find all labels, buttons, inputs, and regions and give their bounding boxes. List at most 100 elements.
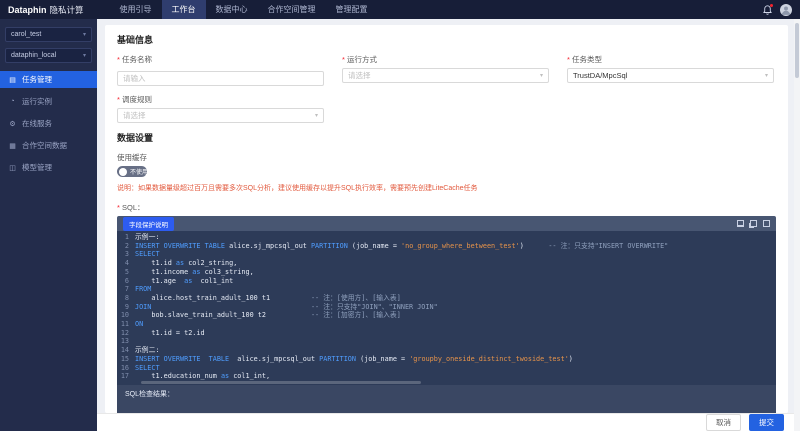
code-text: bob.slave_train_adult_100 t2 -- 注：[加密方]、… (135, 311, 401, 320)
cache-label: 使用缓存 (117, 152, 776, 163)
code-text: SELECT (135, 250, 160, 259)
schedule-placeholder: 请选择 (123, 110, 146, 121)
app-window: Dataphin 隐私计算 使用引导工作台数据中心合作空间管理管理配置 caro… (0, 0, 800, 431)
code-line[interactable]: 10 bob.slave_train_adult_100 t2 -- 注：[加密… (117, 311, 776, 320)
user-avatar[interactable] (780, 4, 792, 16)
nav-item-guide[interactable]: 使用引导 (110, 0, 162, 19)
copy-icon[interactable] (750, 220, 757, 227)
line-number: 16 (117, 364, 135, 373)
code-text: t1.education_num as col1_int, (135, 372, 270, 381)
top-nav-menu: 使用引导工作台数据中心合作空间管理管理配置 (110, 0, 378, 19)
line-number: 13 (117, 337, 135, 346)
code-text: 示例二: (135, 346, 159, 355)
run-instances-icon: ◔ (8, 98, 17, 105)
line-number: 5 (117, 268, 135, 277)
code-line[interactable]: 17 t1.education_num as col1_int, (117, 372, 776, 381)
code-line[interactable]: 16SELECT (117, 364, 776, 373)
code-line[interactable]: 8 alice.host_train_adult_100 t1 -- 注：[使用… (117, 294, 776, 303)
content-area: 基础信息 任务名称 运行方式 请选择 ▾ (97, 19, 800, 413)
line-number: 12 (117, 329, 135, 338)
nav-item-admin-config[interactable]: 管理配置 (326, 0, 378, 19)
sidebar-item-run-instances[interactable]: ◔ 运行实例 (0, 93, 97, 110)
sidebar-item-label: 模型管理 (22, 162, 52, 173)
task-form-card: 基础信息 任务名称 运行方式 请选择 ▾ (105, 25, 788, 413)
code-line[interactable]: 4 t1.id as col2_string, (117, 259, 776, 268)
section-basic-info-title: 基础信息 (117, 33, 776, 46)
code-line[interactable]: 15INSERT OVERWRITE TABLE alice.sj_mpcsql… (117, 355, 776, 364)
line-number: 6 (117, 277, 135, 286)
sql-check-result-panel: SQL检查结果： (117, 385, 776, 413)
code-line[interactable]: 12 t1.id = t2.id (117, 329, 776, 338)
schedule-label: 调度规则 (117, 94, 324, 105)
code-line[interactable]: 2INSERT OVERWRITE TABLE alice.sj_mpcsql_… (117, 242, 776, 251)
cancel-button[interactable]: 取消 (706, 414, 741, 431)
sidebar-item-task-management[interactable]: ▤任务管理 (0, 71, 97, 88)
sidebar: carol_test ▾ dataphin_local ▾ ▤任务管理 ◔ 运行实例… (0, 19, 97, 431)
workspace-select[interactable]: carol_test ▾ (5, 27, 92, 42)
nav-item-workspace-management[interactable]: 合作空间管理 (258, 0, 326, 19)
chevron-down-icon: ▾ (765, 72, 768, 79)
code-line[interactable]: 11ON (117, 320, 776, 329)
section-data-settings-title: 数据设置 (117, 131, 776, 144)
chevron-down-icon: ▾ (540, 72, 543, 79)
code-text: 示例一: (135, 233, 159, 242)
code-line[interactable]: 1示例一: (117, 233, 776, 242)
sidebar-item-model-management[interactable]: ◫模型管理 (0, 159, 97, 176)
sidebar-item-workspace-data[interactable]: ▦合作空间数据 (0, 137, 97, 154)
code-text: t1.age as col1_int (135, 277, 233, 286)
submit-button[interactable]: 提交 (749, 414, 784, 431)
field-protection-button[interactable]: 字段保护说明 (123, 217, 174, 231)
cache-toggle[interactable]: 不使用 (117, 166, 147, 177)
format-icon[interactable] (737, 220, 744, 227)
line-number: 10 (117, 311, 135, 320)
sql-check-result-label: SQL检查结果： (125, 391, 174, 398)
run-mode-select[interactable]: 请选择 ▾ (342, 68, 549, 83)
sidebar-menu: ▤任务管理 ◔ 运行实例 ⚙在线服务 ▦合作空间数据 ◫模型管理 (0, 71, 97, 176)
code-lines: 1示例一:2INSERT OVERWRITE TABLE alice.sj_mp… (117, 233, 776, 381)
sidebar-item-online-services[interactable]: ⚙在线服务 (0, 115, 97, 132)
run-mode-field: 运行方式 请选择 ▾ (342, 54, 549, 86)
task-management-icon: ▤ (8, 76, 17, 84)
workspace-select-value: carol_test (11, 31, 41, 38)
fullscreen-icon[interactable] (763, 220, 770, 227)
code-text: t1.income as col3_string, (135, 268, 254, 277)
cache-hint-text: 说明：如果数据量级超过百万且需要多次SQL分析，建议使用缓存以提升SQL执行效率… (117, 183, 776, 193)
task-type-select[interactable]: TrustDA/MpcSql ▾ (567, 68, 774, 83)
nav-item-workbench[interactable]: 工作台 (162, 0, 206, 19)
code-line[interactable]: 13 (117, 337, 776, 346)
code-line[interactable]: 14示例二: (117, 346, 776, 355)
code-line[interactable]: 5 t1.income as col3_string, (117, 268, 776, 277)
sidebar-item-label: 在线服务 (22, 118, 52, 129)
code-line[interactable]: 3SELECT (117, 250, 776, 259)
vertical-scrollbar[interactable] (794, 19, 800, 431)
top-navbar: Dataphin 隐私计算 使用引导工作台数据中心合作空间管理管理配置 (0, 0, 800, 19)
task-type-field: 任务类型 TrustDA/MpcSql ▾ (567, 54, 774, 86)
project-select[interactable]: dataphin_local ▾ (5, 48, 92, 63)
nav-item-data-center[interactable]: 数据中心 (206, 0, 258, 19)
scrollbar-thumb[interactable] (795, 23, 799, 78)
code-line[interactable]: 7FROM (117, 285, 776, 294)
code-text: t1.id = t2.id (135, 329, 205, 338)
schedule-select[interactable]: 请选择 ▾ (117, 108, 324, 123)
sql-editor: 字段保护说明 1示例一:2INSERT OVERWRITE TABLE alic… (117, 216, 776, 413)
line-number: 3 (117, 250, 135, 259)
form-row-1: 任务名称 运行方式 请选择 ▾ 任务类型 (117, 54, 776, 86)
notification-bell-icon[interactable] (763, 5, 772, 15)
code-text: FROM (135, 285, 151, 294)
task-name-input[interactable] (117, 71, 324, 86)
line-number: 9 (117, 303, 135, 312)
main-area: 基础信息 任务名称 运行方式 请选择 ▾ (97, 19, 800, 431)
line-number: 14 (117, 346, 135, 355)
project-select-value: dataphin_local (11, 52, 56, 59)
toggle-text: 不使用 (130, 167, 148, 176)
line-number: 17 (117, 372, 135, 381)
task-name-field: 任务名称 (117, 54, 324, 86)
line-number: 11 (117, 320, 135, 329)
navbar-right (763, 4, 792, 16)
code-text: INSERT OVERWRITE TABLE alice.sj_mpcsql_o… (135, 242, 668, 251)
sidebar-item-label: 运行实例 (22, 96, 52, 107)
horizontal-scrollbar[interactable] (141, 381, 421, 384)
code-area[interactable]: 1示例一:2INSERT OVERWRITE TABLE alice.sj_mp… (117, 231, 776, 385)
code-line[interactable]: 6 t1.age as col1_int (117, 277, 776, 286)
workspace-data-icon: ▦ (8, 142, 17, 150)
